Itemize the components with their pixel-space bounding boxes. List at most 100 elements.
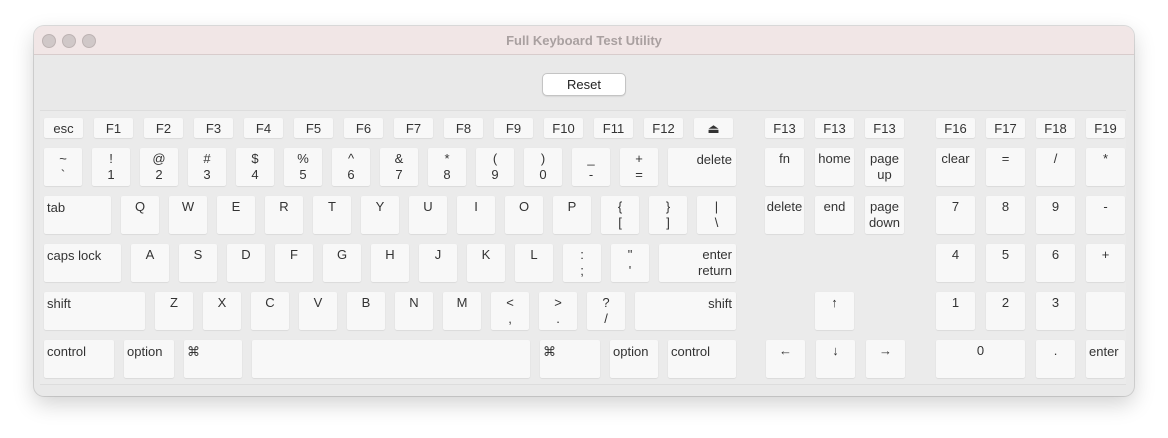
key-p[interactable]: P (553, 196, 591, 234)
key-home[interactable]: home (815, 148, 854, 186)
key-left[interactable]: ← (766, 340, 805, 378)
key-roption[interactable]: option (610, 340, 658, 378)
key-m[interactable]: M (443, 292, 481, 330)
key-npeq[interactable]: = (986, 148, 1025, 186)
key-np0[interactable]: 0 (936, 340, 1025, 378)
key-backslash[interactable]: | \ (697, 196, 736, 234)
key-lbracket[interactable]: {[ (601, 196, 639, 234)
key-g[interactable]: G (323, 244, 361, 282)
key-space[interactable] (252, 340, 530, 378)
key-npplus[interactable]: + (1086, 244, 1125, 282)
key-d0[interactable]: ) 0 (524, 148, 562, 186)
key-n[interactable]: N (395, 292, 433, 330)
key-w[interactable]: W (169, 196, 207, 234)
key-d1[interactable]: ! 1 (92, 148, 130, 186)
key-f5[interactable]: F5 (294, 118, 333, 138)
key-rbracket[interactable]: }] (649, 196, 687, 234)
key-k[interactable]: K (467, 244, 505, 282)
key-pagedown[interactable]: page down (865, 196, 904, 234)
key-down[interactable]: ↓ (816, 340, 855, 378)
key-npdot[interactable]: . (1036, 340, 1075, 378)
key-d6[interactable]: ^ 6 (332, 148, 370, 186)
key-end[interactable]: end (815, 196, 854, 234)
key-f10[interactable]: F10 (544, 118, 583, 138)
key-npblank[interactable] (1086, 292, 1125, 330)
key-f2[interactable]: F2 (144, 118, 183, 138)
key-np7[interactable]: 7 (936, 196, 975, 234)
key-c[interactable]: C (251, 292, 289, 330)
key-comma[interactable]: <, (491, 292, 529, 330)
key-o[interactable]: O (505, 196, 543, 234)
key-np5[interactable]: 5 (986, 244, 1025, 282)
key-f13c[interactable]: F13 (865, 118, 904, 138)
key-delete[interactable]: delete (668, 148, 736, 186)
key-lcontrol[interactable]: control (44, 340, 114, 378)
reset-button[interactable]: Reset (542, 73, 626, 96)
key-f18[interactable]: F18 (1036, 118, 1075, 138)
key-f11[interactable]: F11 (594, 118, 633, 138)
key-equal[interactable]: + = (620, 148, 658, 186)
key-semicolon[interactable]: :; (563, 244, 601, 282)
key-grave[interactable]: ~ ` (44, 148, 82, 186)
key-enterreturn[interactable]: enter return (659, 244, 736, 282)
key-f19[interactable]: F19 (1086, 118, 1125, 138)
key-f4[interactable]: F4 (244, 118, 283, 138)
key-d5[interactable]: % 5 (284, 148, 322, 186)
key-y[interactable]: Y (361, 196, 399, 234)
key-u[interactable]: U (409, 196, 447, 234)
key-np1[interactable]: 1 (936, 292, 975, 330)
key-f8[interactable]: F8 (444, 118, 483, 138)
key-up[interactable]: ↑ (815, 292, 854, 330)
key-fwddelete[interactable]: delete (765, 196, 804, 234)
key-clear[interactable]: clear (936, 148, 975, 186)
key-npenter[interactable]: enter (1086, 340, 1125, 378)
key-f6[interactable]: F6 (344, 118, 383, 138)
key-f7[interactable]: F7 (394, 118, 433, 138)
key-quote[interactable]: " ' (611, 244, 649, 282)
key-h[interactable]: H (371, 244, 409, 282)
key-npminus[interactable]: - (1086, 196, 1125, 234)
key-f17[interactable]: F17 (986, 118, 1025, 138)
key-j[interactable]: J (419, 244, 457, 282)
key-np2[interactable]: 2 (986, 292, 1025, 330)
key-f13a[interactable]: F13 (765, 118, 804, 138)
key-f1[interactable]: F1 (94, 118, 133, 138)
key-f9[interactable]: F9 (494, 118, 533, 138)
key-x[interactable]: X (203, 292, 241, 330)
key-npmul[interactable]: * (1086, 148, 1125, 186)
key-f3[interactable]: F3 (194, 118, 233, 138)
key-t[interactable]: T (313, 196, 351, 234)
key-s[interactable]: S (179, 244, 217, 282)
key-eject[interactable]: ⏏ (694, 118, 733, 138)
key-esc[interactable]: esc (44, 118, 83, 138)
key-loption[interactable]: option (124, 340, 174, 378)
key-a[interactable]: A (131, 244, 169, 282)
key-np4[interactable]: 4 (936, 244, 975, 282)
key-e[interactable]: E (217, 196, 255, 234)
key-npdiv[interactable]: / (1036, 148, 1075, 186)
key-f[interactable]: F (275, 244, 313, 282)
key-d7[interactable]: & 7 (380, 148, 418, 186)
key-d2[interactable]: @2 (140, 148, 178, 186)
key-np8[interactable]: 8 (986, 196, 1025, 234)
key-np9[interactable]: 9 (1036, 196, 1075, 234)
key-d4[interactable]: $4 (236, 148, 274, 186)
key-capslock[interactable]: caps lock (44, 244, 121, 282)
key-d[interactable]: D (227, 244, 265, 282)
key-rcontrol[interactable]: control (668, 340, 736, 378)
key-b[interactable]: B (347, 292, 385, 330)
key-i[interactable]: I (457, 196, 495, 234)
key-tab[interactable]: tab (44, 196, 111, 234)
key-lshift[interactable]: shift (44, 292, 145, 330)
key-np3[interactable]: 3 (1036, 292, 1075, 330)
key-right[interactable]: → (866, 340, 905, 378)
key-f16[interactable]: F16 (936, 118, 975, 138)
key-d3[interactable]: #3 (188, 148, 226, 186)
key-f12[interactable]: F12 (644, 118, 683, 138)
key-np6[interactable]: 6 (1036, 244, 1075, 282)
key-z[interactable]: Z (155, 292, 193, 330)
key-q[interactable]: Q (121, 196, 159, 234)
key-pageup[interactable]: page up (865, 148, 904, 186)
key-d9[interactable]: (9 (476, 148, 514, 186)
key-lcmd[interactable]: ⌘ (184, 340, 242, 378)
